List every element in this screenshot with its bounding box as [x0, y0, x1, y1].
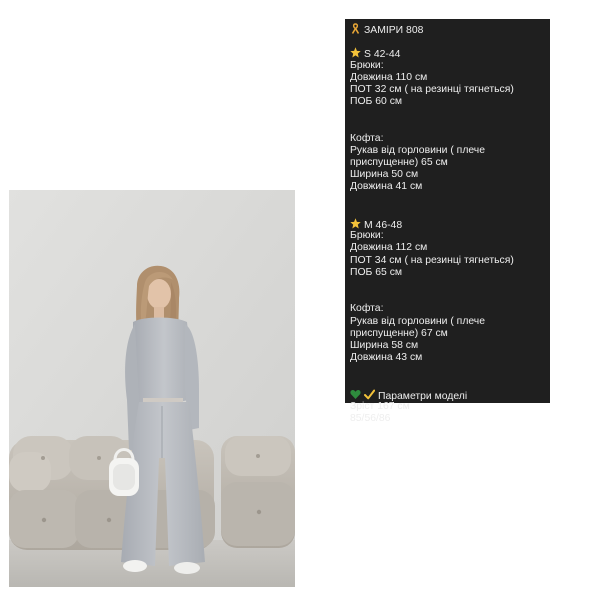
size-s-pants-waist: ПОТ 32 см ( на резинці тягнеться): [350, 83, 514, 95]
star-icon: [350, 218, 361, 229]
size-m-pants-label: Брюки:: [350, 230, 384, 242]
size-m-pants-length: Довжина 112 см: [350, 242, 428, 254]
model-measurements: 85/56/86: [350, 413, 391, 425]
size-m-pants-waist: ПОТ 34 см ( на резинці тягнеться): [350, 254, 514, 266]
model-title-line: Параметри моделі: [350, 389, 550, 402]
size-s-title-line: S 42-44: [350, 47, 550, 61]
size-m-top-sleeve-cont: приспущенне) 67 см: [350, 327, 448, 339]
size-s-top-length: Довжина 41 см: [350, 181, 423, 193]
ribbon-icon: [350, 23, 361, 34]
size-m-top-width: Ширина 58 см: [350, 339, 419, 351]
star-icon: [350, 47, 361, 58]
green-heart-icon: [350, 389, 361, 400]
size-s-title: S 42-44: [364, 49, 401, 61]
size-m-pants-hips: ПОБ 65 см: [350, 266, 403, 278]
measurements-panel: ЗАМІРИ 808 S 42-44 Брюки: Довжина 110 см…: [345, 19, 550, 424]
size-s-top-label: Кофта:: [350, 132, 384, 144]
size-s-pants-hips: ПОБ 60 см: [350, 96, 403, 108]
size-m-top-label: Кофта:: [350, 303, 384, 315]
right-sofa: [221, 436, 295, 548]
size-m-title-line: M 46-48: [350, 218, 550, 231]
size-s-pants-length: Довжина 110 см: [350, 71, 428, 83]
size-s-top-sleeve-cont: приспущенне) 65 см: [350, 157, 448, 169]
size-s-top-sleeve: Рукав від горловини ( плече: [350, 144, 486, 156]
product-photo: [9, 190, 295, 587]
size-s-pants-label: Брюки:: [350, 59, 384, 71]
model-height: Зріст 167 см: [350, 400, 410, 412]
canvas: ЗАМІРИ 808 S 42-44 Брюки: Довжина 110 см…: [0, 0, 600, 600]
size-s-top-width: Ширина 50 см: [350, 169, 419, 181]
size-m-top-sleeve: Рукав від горловини ( плече: [350, 315, 486, 327]
header-line: ЗАМІРИ 808: [350, 23, 550, 36]
size-m-top-length: Довжина 43 см: [350, 352, 423, 364]
photo-illustration: [9, 190, 295, 587]
check-icon: [364, 389, 375, 400]
header-title: ЗАМІРИ 808: [364, 25, 424, 36]
